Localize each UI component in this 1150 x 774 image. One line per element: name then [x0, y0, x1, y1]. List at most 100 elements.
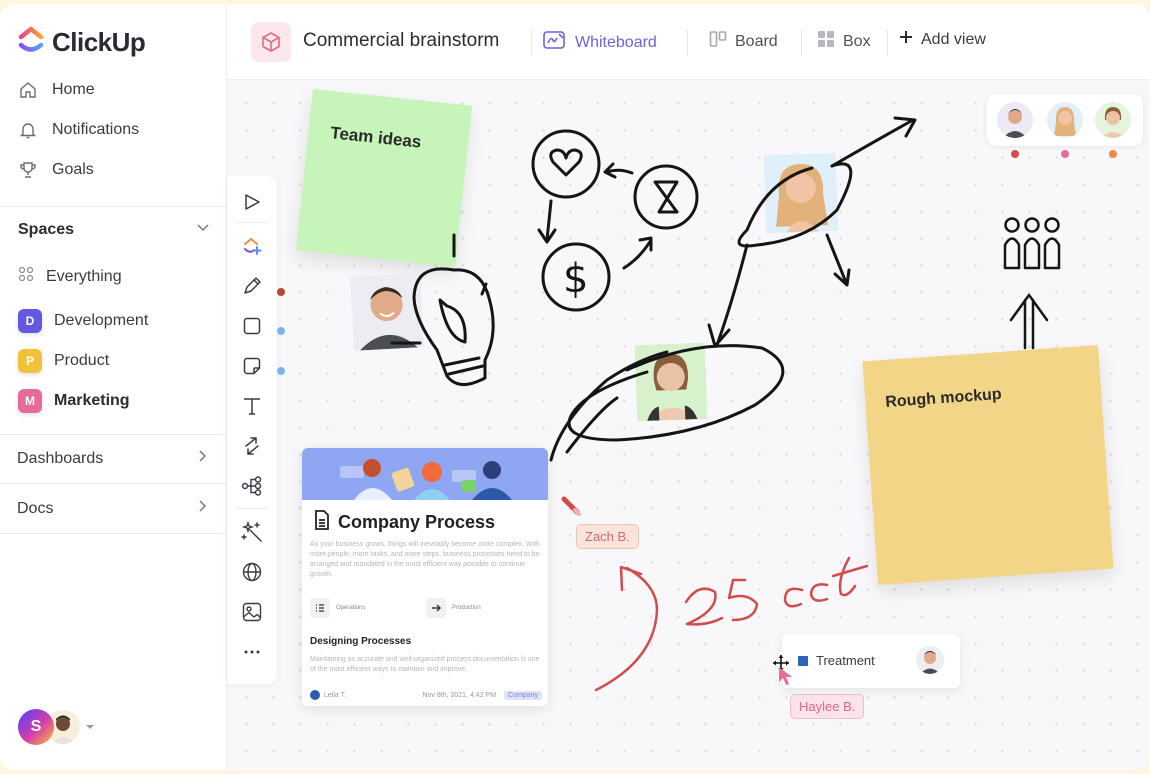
shape-icon[interactable] — [240, 314, 264, 338]
space-development[interactable]: D Development — [18, 309, 148, 333]
handwriting-t — [831, 556, 869, 597]
double-up-arrow-drawing — [1009, 293, 1049, 350]
chevron-down-icon[interactable] — [196, 220, 210, 239]
collaborator-avatar[interactable] — [1095, 102, 1131, 138]
divider — [0, 206, 227, 207]
dashboards-label: Dashboards — [17, 449, 104, 467]
home-icon — [18, 80, 38, 100]
team-member-photo[interactable] — [634, 342, 708, 422]
nav-home[interactable]: Home — [18, 80, 95, 100]
brand-name: ClickUp — [52, 27, 146, 57]
topbar: Commercial brainstorm Whiteboard Board B… — [227, 4, 1150, 80]
space-badge: M — [18, 389, 42, 413]
arrow-right-icon — [426, 598, 446, 618]
space-badge: P — [18, 349, 42, 373]
arrow-drawing — [622, 236, 653, 270]
space-label: Marketing — [54, 392, 130, 409]
sticky-note-icon[interactable] — [240, 354, 264, 378]
space-product[interactable]: P Product — [18, 349, 109, 373]
arrow-drawing — [603, 162, 634, 179]
nav-notifications-label: Notifications — [52, 121, 140, 138]
magic-icon[interactable] — [240, 520, 264, 544]
nav-goals-label: Goals — [52, 161, 94, 178]
whiteboard-canvas[interactable]: Team ideas Rough mockup $ Company Proces… — [227, 80, 1150, 770]
assignee-avatar[interactable] — [916, 646, 944, 674]
text-icon[interactable] — [240, 394, 264, 418]
tab-label: Whiteboard — [575, 33, 657, 51]
doc-tag[interactable]: Company — [504, 690, 542, 700]
add-view-button[interactable]: Add view — [899, 30, 986, 49]
cursor-icon[interactable] — [240, 190, 264, 214]
collaborator-avatar[interactable] — [1047, 102, 1083, 138]
nav-notifications[interactable]: Notifications — [18, 120, 139, 140]
more-icon[interactable] — [240, 640, 264, 664]
add-view-label: Add view — [921, 30, 986, 48]
collaborator-avatar[interactable] — [997, 102, 1033, 138]
divider — [235, 508, 269, 509]
user-menu[interactable]: S — [18, 709, 94, 745]
globe-icon[interactable] — [240, 560, 264, 584]
mindmap-icon[interactable] — [240, 474, 264, 498]
hourglass-circle — [633, 164, 699, 230]
sticky-note-team-ideas[interactable]: Team ideas — [295, 89, 473, 267]
team-member-photo[interactable] — [763, 152, 839, 234]
dashboards-link[interactable]: Dashboards — [17, 449, 209, 468]
board-icon — [709, 30, 727, 53]
nav-goals[interactable]: Goals — [18, 160, 94, 180]
handwriting-c — [809, 583, 829, 602]
team-member-photo[interactable] — [350, 273, 424, 351]
heart-circle — [531, 129, 601, 199]
doc-link-label: Production — [452, 605, 481, 611]
divider — [0, 533, 227, 534]
handwriting-2 — [684, 587, 724, 626]
list-icon — [310, 598, 330, 618]
doc-link-production[interactable]: Production — [426, 598, 542, 618]
tab-label: Board — [735, 32, 778, 50]
doc-title-text: Company Process — [338, 512, 496, 532]
heart-icon — [549, 148, 583, 177]
spaces-header[interactable]: Spaces — [18, 220, 210, 239]
space-everything[interactable]: Everything — [18, 266, 122, 287]
hourglass-icon — [653, 180, 679, 214]
chevron-right-icon — [195, 499, 209, 518]
clickup-ai-icon[interactable] — [240, 234, 264, 258]
logo[interactable]: ClickUp — [18, 26, 146, 59]
pointer-cursor-icon — [778, 666, 794, 691]
clickup-logo-icon — [18, 26, 44, 59]
doc-links: Operations Production — [310, 598, 542, 618]
red-arrow-drawing — [594, 565, 659, 692]
connector-icon[interactable] — [240, 434, 264, 458]
image-icon[interactable] — [240, 600, 264, 624]
doc-body-text: As your business grows, things will inev… — [310, 541, 540, 578]
divider — [235, 222, 269, 223]
tab-board[interactable]: Board — [709, 30, 778, 53]
pen-icon[interactable] — [240, 274, 264, 298]
tab-box[interactable]: Box — [817, 30, 871, 53]
divider — [531, 30, 532, 56]
tab-whiteboard[interactable]: Whiteboard — [543, 30, 657, 55]
sticky-note-rough-mockup[interactable]: Rough mockup — [862, 345, 1114, 585]
people-group-icon — [1003, 217, 1061, 270]
workspace-avatar[interactable]: S — [18, 709, 54, 745]
arrow-drawing — [537, 199, 557, 244]
space-marketing[interactable]: M Marketing — [18, 389, 130, 413]
project-icon — [251, 22, 291, 62]
docs-link[interactable]: Docs — [17, 499, 209, 518]
doc-link-operations[interactable]: Operations — [310, 598, 426, 618]
doc-date: Nov 8th, 2021, 4:42 PM — [422, 691, 497, 699]
collaborator-tag: Haylee B. — [790, 694, 865, 719]
plus-icon — [899, 30, 913, 49]
document-icon — [314, 510, 330, 535]
space-label: Development — [54, 312, 149, 329]
color-indicator-dot — [277, 367, 285, 375]
space-badge: D — [18, 309, 42, 333]
doc-footer: Leila T. Nov 8th, 2021, 4:42 PM Company — [310, 690, 542, 700]
presence-dot — [1011, 150, 1019, 158]
docs-label: Docs — [17, 499, 54, 517]
author-avatar — [310, 690, 320, 700]
collaborator-tag: Zach B. — [576, 524, 639, 549]
divider — [801, 30, 802, 56]
handwriting-o — [783, 587, 804, 608]
doc-card-company-process[interactable]: Company Process As your business grows, … — [302, 448, 548, 706]
task-card-treatment[interactable]: Treatment — [782, 634, 960, 688]
